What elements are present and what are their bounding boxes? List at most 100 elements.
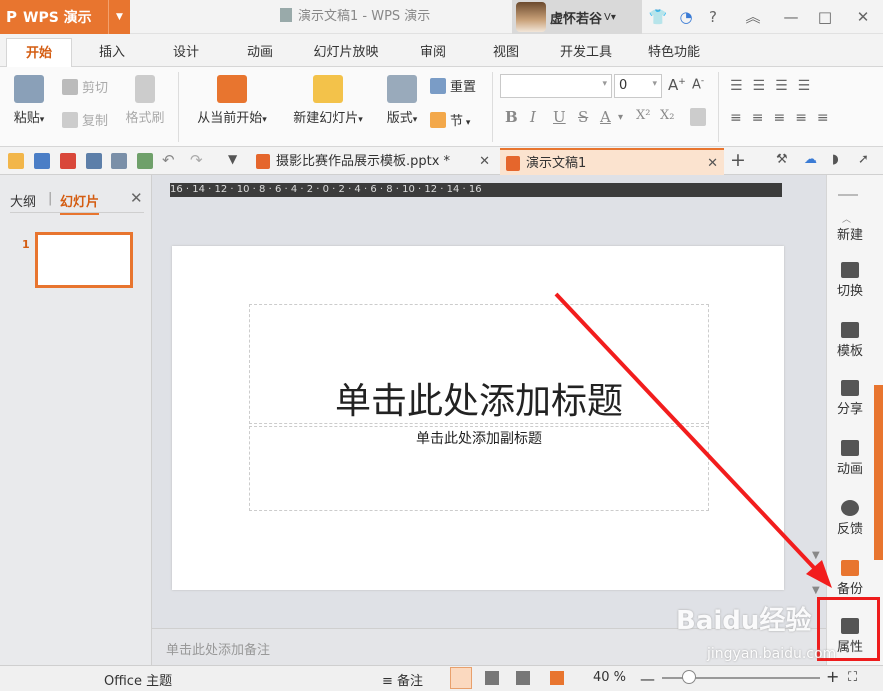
reset-button[interactable]: 重置 [430,76,476,95]
font-name-select[interactable]: ▾ [500,74,612,98]
new-slide-icon [313,75,343,103]
backup-icon [841,560,859,576]
sidebar-scrollbar[interactable] [874,385,883,560]
app-logo-label: WPS 演示 [23,10,92,26]
slide-sorter-icon[interactable] [485,671,499,685]
save-icon[interactable] [34,153,50,169]
theme-label: Office 主题 [104,674,173,689]
layout-button[interactable]: 版式▾ [378,75,426,126]
chevron-down-icon[interactable]: ▼ [228,152,237,166]
slide-subtitle-placeholder[interactable]: 单击此处添加副标题 [249,428,709,448]
sidebar-item-share[interactable]: 分享 [826,380,874,417]
zoom-slider-thumb[interactable] [682,670,696,684]
cut-button[interactable]: 剪切 [62,77,108,96]
sidebar-item-template[interactable]: 模板 [826,322,874,359]
doc-tab-presentation1[interactable]: 演示文稿1 ✕ [500,148,724,175]
sidebar-item-new[interactable]: 新建 [826,224,874,243]
ruler: 16 · 14 · 12 · 10 · 8 · 6 · 4 · 2 · 0 · … [170,183,782,197]
tab-developer[interactable]: 开发工具 [548,38,624,67]
chevron-down-icon[interactable]: ▾ [618,112,623,123]
chevron-down-icon[interactable]: ▼ [108,0,130,34]
sidebar-item-animation[interactable]: 动画 [826,440,874,477]
new-tab-icon[interactable]: + [730,149,746,171]
tab-design[interactable]: 设计 [158,38,214,67]
doc-tab-template[interactable]: 摄影比赛作品展示模板.pptx * ✕ [250,148,496,175]
zoom-out-icon[interactable]: — [640,670,655,688]
feedback-icon [841,500,859,516]
open-icon[interactable] [8,153,24,169]
maximize-button[interactable]: □ [812,0,838,34]
redo-icon[interactable]: ↷ [190,151,203,169]
sidebar-handle[interactable] [838,194,858,196]
slide-title-placeholder[interactable]: 单击此处添加标题 [249,372,709,424]
tab-insert[interactable]: 插入 [84,38,140,67]
list-icons[interactable]: ☰☰☰☰ [730,78,820,94]
print-icon[interactable] [86,153,102,169]
switch-icon [841,262,859,278]
zoom-in-icon[interactable]: + [826,667,839,686]
decrease-font-icon[interactable]: A- [692,76,704,92]
print-preview-icon[interactable] [111,153,127,169]
spell-check-icon[interactable] [137,153,153,169]
arrow-icon[interactable]: ➚ [858,152,869,167]
tab-outline[interactable]: 大纲 [10,191,36,210]
normal-view-icon[interactable] [450,667,472,689]
start-from-current-button[interactable]: 从当前开始▾ [188,75,276,126]
paragraph-tools: ☰☰☰☰ ≡≡≡≡≡ [730,78,850,138]
close-tab-icon[interactable]: ✕ [479,148,490,175]
baidu-watermark: Baidu经验 [676,606,812,636]
bold-button[interactable]: B [505,108,518,126]
tab-view[interactable]: 视图 [478,38,534,67]
tab-home[interactable]: 开始 [6,38,72,68]
sidebar-item-switch[interactable]: 切换 [826,262,874,299]
section-button[interactable]: 节 ▾ [430,110,470,129]
italic-button[interactable]: I [530,108,536,126]
close-button[interactable]: ✕ [850,0,876,34]
copy-button[interactable]: 复制 [62,110,108,129]
brush-icon [135,75,155,103]
tab-review[interactable]: 审阅 [405,38,461,67]
undo-icon[interactable]: ↶ [162,151,175,169]
underline-button[interactable]: U [553,108,566,126]
minimize-button[interactable]: — [778,0,804,34]
weibo-icon[interactable]: ◔ [673,0,699,34]
strikethrough-icon[interactable]: S [578,108,588,126]
font-size-select[interactable]: 0 ▾ [614,74,662,98]
align-icons[interactable]: ≡≡≡≡≡ [730,110,839,126]
close-tab-icon[interactable]: ✕ [707,150,718,177]
cloud-icon[interactable]: ☁ [804,152,817,167]
tab-slideshow[interactable]: 幻灯片放映 [303,38,389,67]
skin-icon[interactable]: 👕 [645,0,671,34]
new-slide-button[interactable]: 新建幻灯片▾ [284,75,372,126]
collapse-ribbon-icon[interactable]: ︽ [740,0,766,34]
pptx-file-icon [506,156,520,171]
slide-number: 1 [22,238,30,251]
notes-toggle[interactable]: ≡ 备注 [382,670,423,689]
format-painter-button[interactable]: 格式刷 [122,75,168,126]
tab-animation[interactable]: 动画 [232,38,288,67]
tool-icon[interactable]: ⚒ [776,152,788,167]
increase-font-icon[interactable]: A+ [668,76,686,94]
superscript-button[interactable]: X² [636,108,650,123]
animation-icon [841,440,859,456]
slide-thumbnail[interactable] [35,232,133,288]
panel-divider [10,212,144,213]
font-color-button[interactable]: A [600,108,611,126]
doc-d-icon[interactable]: ◗ [832,152,839,167]
slideshow-icon[interactable] [550,671,564,685]
pdf-icon[interactable] [60,153,76,169]
subscript-button[interactable]: X₂ [660,108,674,123]
sidebar-item-backup[interactable]: 备份 [826,560,874,597]
fit-window-icon[interactable]: ⛶ [848,670,857,685]
scroll-down-icon[interactable]: ▼ [812,550,820,561]
close-panel-icon[interactable]: ✕ [130,189,143,207]
sidebar-item-feedback[interactable]: 反馈 [826,500,874,537]
clear-format-icon[interactable] [690,108,706,126]
app-menu-button[interactable]: Р WPS 演示 ▼ [0,0,130,34]
help-icon[interactable]: ? [700,0,726,34]
tab-special[interactable]: 特色功能 [636,38,712,67]
user-account[interactable]: 虚怀若谷 V▾ [512,0,642,34]
reading-view-icon[interactable] [516,671,530,685]
paste-button[interactable]: 粘贴▾ [8,75,50,126]
scroll-end-icon[interactable]: ▼ [812,585,820,596]
